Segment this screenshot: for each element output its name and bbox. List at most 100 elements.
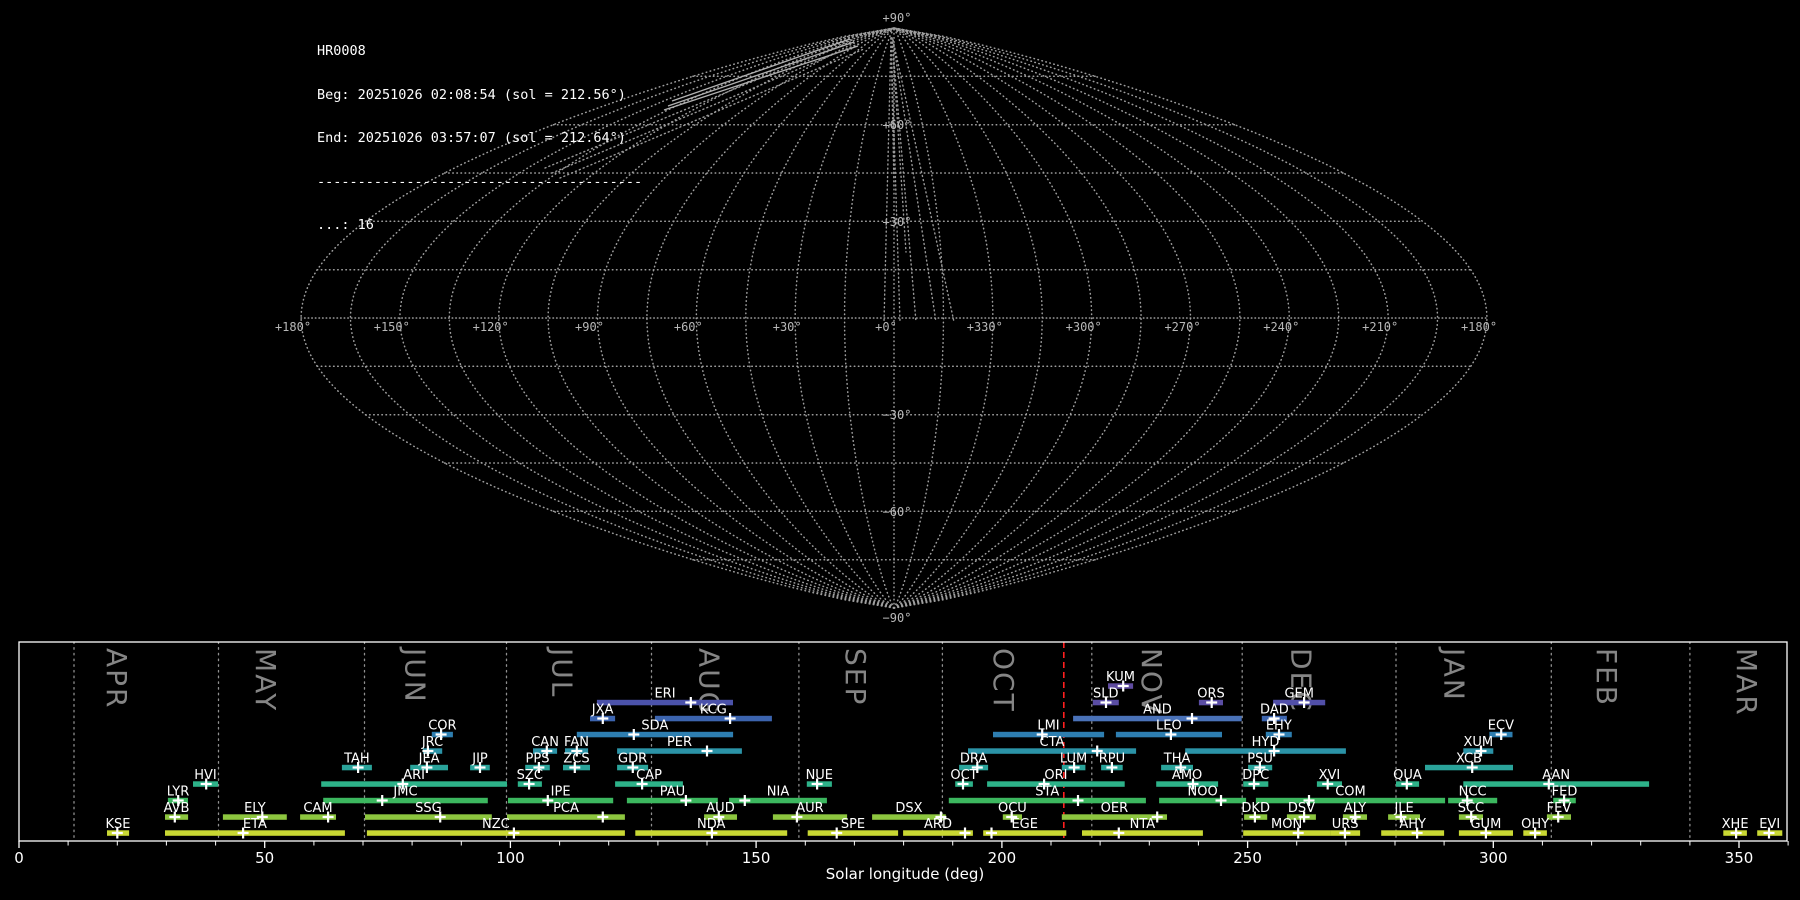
- shower-label-EHY: EHY: [1266, 719, 1292, 734]
- shower-label-NDA: NDA: [697, 817, 726, 832]
- month-label-MAY: MAY: [249, 648, 282, 712]
- map-lon-label: +0°: [875, 320, 897, 334]
- trail-dotted-line: [883, 37, 892, 323]
- shower-label-THA: THA: [1163, 752, 1191, 767]
- shower-label-PSU: PSU: [1247, 752, 1273, 767]
- map-lon-label: +330°: [967, 320, 1003, 334]
- shower-label-LEO: LEO: [1156, 719, 1182, 734]
- x-axis: 0 50 100 150 200 250 300 350 Solar longitude (de…: [14, 841, 1789, 883]
- shower-label-FED: FED: [1552, 785, 1578, 800]
- shower-label-KSE: KSE: [106, 817, 131, 832]
- tick-label: 250: [1233, 849, 1262, 867]
- shower-label-PPS: PPS: [526, 752, 550, 767]
- shower-label-FEV: FEV: [1547, 801, 1572, 816]
- shower-label-SZC: SZC: [517, 768, 543, 783]
- shower-label-OCT: OCT: [950, 768, 977, 783]
- peak-marker-JMC: [376, 795, 388, 806]
- shower-label-COR: COR: [428, 719, 456, 734]
- shower-label-XVI: XVI: [1319, 768, 1341, 783]
- tick-label: 0: [14, 849, 24, 867]
- shower-label-PCA: PCA: [553, 801, 579, 816]
- shower-label-NOO: NOO: [1187, 785, 1217, 800]
- shower-bars: KUM ERI SLD ORS GEM JXA KCG AND DAD COR SDA LMI LEO E…: [106, 670, 1783, 839]
- shower-label-JXA: JXA: [591, 703, 614, 718]
- shower-label-SCC: SCC: [1458, 801, 1484, 816]
- shower-label-CAN: CAN: [531, 735, 559, 750]
- shower-label-ARD: ARD: [924, 817, 952, 832]
- month-label-APR: APR: [100, 648, 133, 710]
- shower-label-DAD: DAD: [1260, 703, 1289, 718]
- shower-label-XCB: XCB: [1456, 752, 1482, 767]
- shower-label-AUD: AUD: [706, 801, 734, 816]
- observation-header: HR0008 Beg: 20251026 02:08:54 (sol = 212…: [317, 15, 642, 247]
- tick-label: 350: [1725, 849, 1754, 867]
- peak-marker-PER: [701, 745, 713, 757]
- shower-label-AHY: AHY: [1399, 817, 1426, 832]
- shower-label-SSG: SSG: [415, 801, 442, 816]
- peak-marker-NZC: [508, 827, 520, 839]
- shower-label-NUE: NUE: [806, 768, 833, 783]
- shower-label-ZCS: ZCS: [563, 752, 589, 767]
- map-lon-label: +180°: [1461, 320, 1497, 334]
- shower-label-AUR: AUR: [796, 801, 823, 816]
- shower-label-LMI: LMI: [1037, 719, 1059, 734]
- begin-time-line: Beg: 20251026 02:08:54 (sol = 212.56°): [317, 86, 626, 103]
- shower-label-KUM: KUM: [1106, 670, 1135, 685]
- map-lon-label: +60°: [674, 320, 703, 334]
- shower-label-DKD: DKD: [1241, 801, 1270, 816]
- shower-label-DPC: DPC: [1242, 768, 1269, 783]
- map-lon-label: +270°: [1164, 320, 1200, 334]
- peak-marker-SDA: [628, 729, 640, 740]
- map-lon-label: +240°: [1263, 320, 1299, 334]
- shower-label-XHE: XHE: [1722, 817, 1749, 832]
- shower-label-GEM: GEM: [1284, 687, 1314, 702]
- map-lon-label: +150°: [374, 320, 410, 334]
- meteor-observation-plot: +180° +150° +120° +90° +60° +30° +0° +330° +300°…: [14, 11, 1789, 883]
- shower-label-ETA: ETA: [243, 817, 267, 832]
- trail-solid-line: [663, 45, 859, 111]
- peak-marker-EGE: [986, 827, 997, 839]
- shower-label-ERI: ERI: [654, 687, 675, 702]
- shower-label-NTA: NTA: [1130, 817, 1156, 832]
- shower-label-ALY: ALY: [1344, 801, 1366, 816]
- shower-label-PAU: PAU: [660, 785, 685, 800]
- trail-dotted-line: [892, 39, 955, 323]
- shower-label-TAH: TAH: [343, 752, 370, 767]
- tick-label: 50: [255, 849, 274, 867]
- shower-label-AND: AND: [1143, 703, 1172, 718]
- tick-label: 200: [988, 849, 1017, 867]
- month-label-OCT: OCT: [987, 648, 1020, 713]
- shower-label-AAN: AAN: [1542, 768, 1570, 783]
- shower-label-AMO: AMO: [1172, 768, 1202, 783]
- shower-label-CTA: CTA: [1040, 735, 1065, 750]
- map-lat-label: −30°: [883, 408, 912, 422]
- meridian-line: [646, 27, 895, 609]
- shower-label-ORI: ORI: [1044, 768, 1067, 783]
- shower-label-NZC: NZC: [482, 817, 510, 832]
- shower-label-GUM: GUM: [1470, 817, 1501, 832]
- shower-label-JLE: JLE: [1393, 801, 1413, 816]
- meteor-count-line: ...: 16: [317, 217, 374, 233]
- shower-label-GDR: GDR: [618, 752, 647, 767]
- shower-label-SDA: SDA: [641, 719, 668, 734]
- trail-solid-line: [671, 38, 851, 102]
- month-label-JUL: JUL: [545, 646, 578, 698]
- shower-label-SLD: SLD: [1093, 687, 1119, 702]
- peak-marker-NTA: [1113, 827, 1125, 839]
- shower-label-CAM: CAM: [303, 801, 332, 816]
- shower-label-MON: MON: [1271, 817, 1302, 832]
- shower-label-DSV: DSV: [1288, 801, 1315, 816]
- map-lat-label: −60°: [883, 505, 912, 519]
- shower-label-QUA: QUA: [1393, 768, 1422, 783]
- shower-label-LYR: LYR: [167, 785, 190, 800]
- month-label-JAN: JAN: [1437, 646, 1470, 702]
- map-lon-label: +90°: [575, 320, 604, 334]
- x-axis-title: Solar longitude (deg): [826, 865, 984, 883]
- shower-label-LUM: LUM: [1060, 752, 1087, 767]
- map-lat-label: +60°: [883, 118, 912, 132]
- map-lon-label: +300°: [1066, 320, 1102, 334]
- map-lon-label: +30°: [773, 320, 802, 334]
- tick-label: 100: [496, 849, 525, 867]
- map-lat-label: +90°: [883, 11, 912, 25]
- tick-label: 150: [742, 849, 771, 867]
